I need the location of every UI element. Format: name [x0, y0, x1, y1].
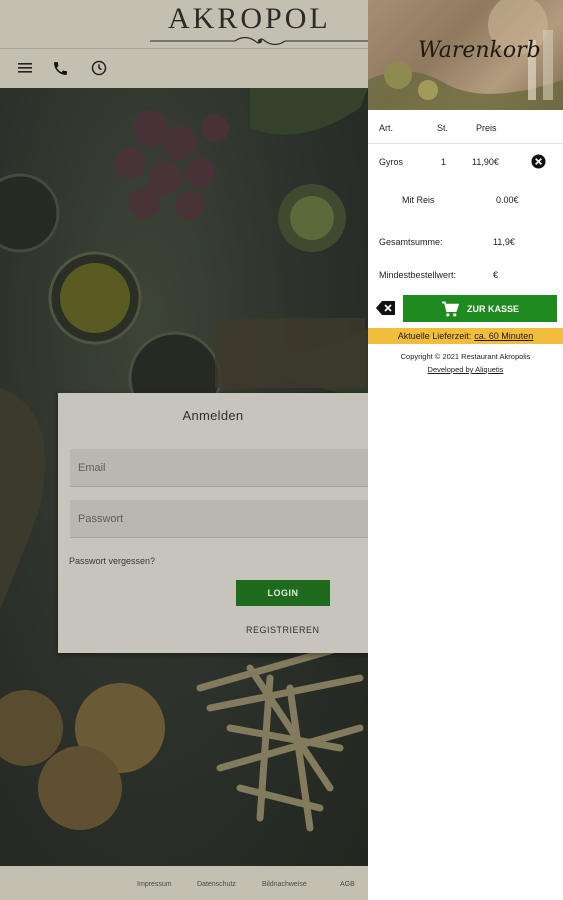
- logo[interactable]: AKROPOL: [150, 0, 368, 50]
- cart-panel: Warenkorb Art. St. Preis Gyros 1 11,90€ …: [368, 0, 563, 900]
- cart-banner-image: Warenkorb: [368, 0, 563, 110]
- cart-item-qty: 1: [441, 157, 447, 167]
- phone-icon[interactable]: [50, 58, 70, 78]
- clock-icon[interactable]: [89, 58, 109, 78]
- footer-link-impressum[interactable]: Impressum: [137, 881, 172, 888]
- forgot-password-link[interactable]: Passwort vergessen?: [69, 556, 155, 566]
- email-field[interactable]: [70, 449, 368, 487]
- min-order-value: €: [493, 270, 499, 280]
- delivery-time-bar: Aktuelle Lieferzeit: ca. 60 Minuten: [368, 328, 563, 344]
- total-label: Gesamtsumme:: [379, 237, 443, 247]
- column-article: Art.: [379, 123, 394, 133]
- login-title: Anmelden: [182, 408, 244, 423]
- footer-link-agb[interactable]: AGB: [340, 881, 355, 888]
- column-price: Preis: [476, 123, 497, 133]
- checkout-label: ZUR KASSE: [466, 303, 519, 314]
- delivery-label: Aktuelle Lieferzeit:: [397, 331, 472, 341]
- developer-link[interactable]: Developed by Aliquetis: [368, 365, 563, 374]
- logo-ornament: [150, 36, 368, 46]
- total-value: 11,9€: [493, 237, 515, 247]
- cart-item-price: 11,90€: [472, 157, 499, 167]
- site-header: AKROPOL: [0, 0, 368, 88]
- footer-link-datenschutz[interactable]: Datenschutz: [197, 881, 236, 888]
- password-field[interactable]: [70, 500, 368, 538]
- min-order-label: Mindestbestellwert:: [379, 270, 457, 280]
- copyright-text: Copyright © 2021 Restaurant Akropolis: [400, 352, 531, 361]
- logo-text: AKROPOL: [168, 2, 331, 35]
- header-divider: [0, 48, 368, 49]
- cart-item-name: Gyros: [379, 157, 404, 167]
- cart-option-name: Mit Reis: [402, 195, 435, 205]
- main-page: AKROPOL Anmelden Email Passwort vergesse…: [0, 0, 368, 900]
- cart-option-price: 0.00€: [496, 195, 519, 205]
- column-quantity: St.: [437, 123, 449, 133]
- cart-title: Warenkorb: [418, 38, 541, 63]
- site-footer: Impressum Datenschutz Bildnachweise AGB: [0, 866, 368, 900]
- checkout-button[interactable]: ZUR KASSE: [403, 295, 557, 322]
- login-card: Anmelden Passwort vergessen? LOGIN REGIS…: [58, 393, 368, 653]
- menu-icon[interactable]: [16, 58, 36, 78]
- remove-item-icon[interactable]: [531, 154, 546, 169]
- cart-divider: [368, 143, 563, 144]
- register-link[interactable]: REGISTRIEREN: [246, 625, 320, 635]
- shopping-cart-icon: [441, 301, 459, 316]
- delivery-time-link[interactable]: ca. 60 Minuten: [474, 331, 533, 341]
- login-button[interactable]: LOGIN: [236, 580, 330, 606]
- footer-link-bildnachweise[interactable]: Bildnachweise: [262, 881, 307, 888]
- clear-cart-icon[interactable]: [376, 300, 396, 316]
